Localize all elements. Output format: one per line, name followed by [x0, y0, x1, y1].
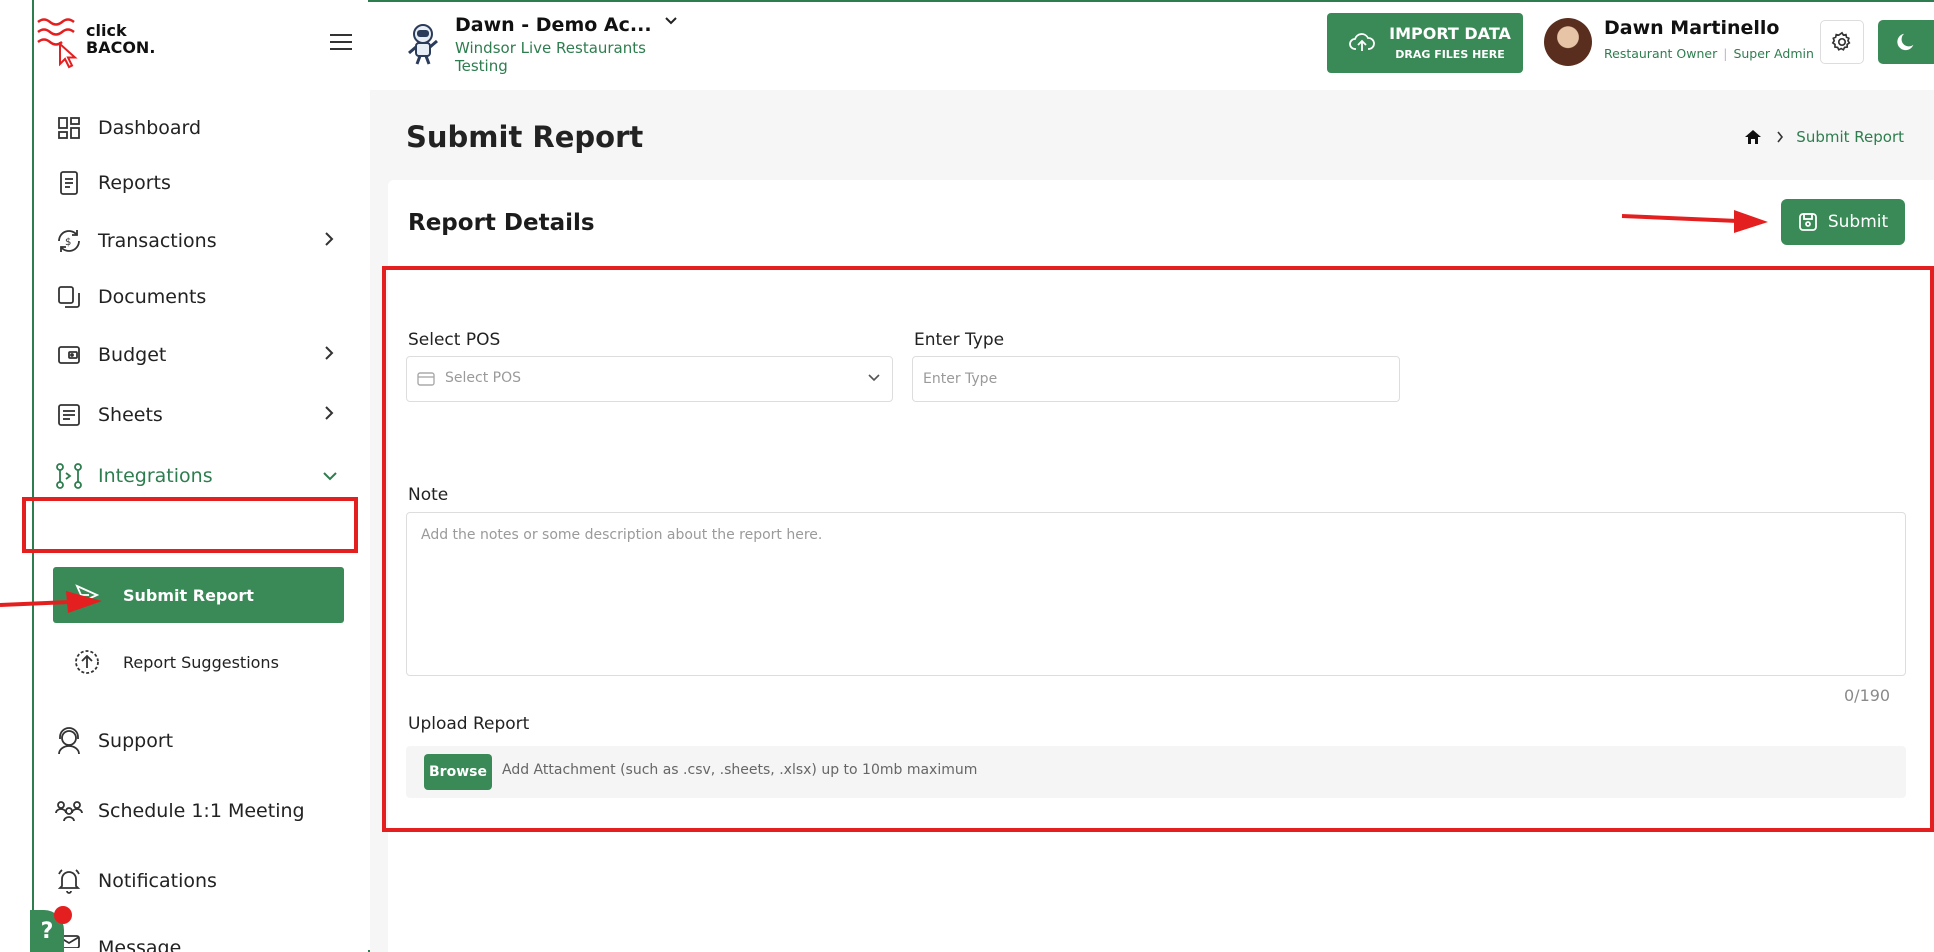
help-button-label: ?	[40, 918, 54, 944]
sidebar-subitem-submit-report[interactable]: Submit Report	[53, 567, 344, 623]
sidebar-item-integrations[interactable]: Integrations	[46, 451, 366, 501]
upload-hint: Add Attachment (such as .csv, .sheets, .…	[502, 762, 978, 778]
upload-dropzone[interactable]: Browse Add Attachment (such as .csv, .sh…	[406, 746, 1906, 798]
astronaut-avatar-icon	[408, 24, 438, 65]
sidebar-item-label: Schedule 1:1 Meeting	[98, 800, 305, 822]
sidebar: click BACON. Dashboard Reports $ Transac…	[34, 0, 402, 952]
sidebar-item-dashboard[interactable]: Dashboard	[46, 103, 366, 153]
sidebar-item-label: Dashboard	[98, 117, 202, 139]
sidebar-item-schedule-meeting[interactable]: Schedule 1:1 Meeting	[46, 786, 366, 836]
sidebar-item-label: Sheets	[98, 404, 163, 426]
browse-button[interactable]: Browse	[424, 754, 492, 790]
sidebar-item-message[interactable]: Message	[46, 922, 366, 952]
upload-report-label: Upload Report	[408, 714, 530, 734]
sidebar-subitem-report-suggestions[interactable]: Report Suggestions	[53, 634, 344, 690]
sidebar-item-reports[interactable]: Reports	[46, 158, 366, 208]
account-name[interactable]: Dawn - Demo Ac...	[455, 14, 652, 36]
enter-type-input[interactable]	[912, 356, 1400, 402]
sidebar-item-label: Support	[98, 730, 174, 752]
bell-icon	[54, 866, 84, 896]
chevron-down-icon	[323, 472, 337, 481]
account-restaurant-name: Windsor Live Restaurants Testing	[455, 39, 646, 75]
report-details-card: Report Details Submit Select POS Select …	[388, 180, 1934, 952]
svg-text:$: $	[65, 237, 71, 248]
cloud-upload-icon	[1349, 33, 1375, 51]
home-icon[interactable]	[1744, 129, 1762, 145]
support-icon	[54, 726, 84, 756]
budget-icon	[54, 340, 84, 370]
transactions-icon: $	[54, 226, 84, 256]
send-icon	[73, 581, 101, 609]
save-icon	[1798, 213, 1817, 231]
moon-icon	[1897, 33, 1914, 51]
brand-wordmark: click BACON.	[86, 22, 155, 56]
sidebar-item-notifications[interactable]: Notifications	[46, 856, 366, 906]
page-title: Submit Report	[406, 120, 644, 154]
sidebar-item-label: Reports	[98, 172, 171, 194]
submit-button[interactable]: Submit	[1781, 199, 1905, 245]
sidebar-item-label: Budget	[98, 344, 167, 366]
chevron-down-icon	[868, 374, 880, 382]
sidebar-item-label: Transactions	[98, 230, 217, 252]
import-data-title: IMPORT DATA	[1389, 24, 1511, 43]
sidebar-item-documents[interactable]: Documents	[46, 272, 366, 322]
submit-button-label: Submit	[1827, 212, 1889, 232]
settings-button[interactable]	[1820, 20, 1864, 64]
sidebar-item-label: Integrations	[98, 465, 213, 487]
sidebar-subitem-label: Report Suggestions	[123, 652, 279, 672]
upload-circle-icon	[73, 648, 101, 676]
chevron-right-icon	[325, 406, 334, 420]
sidebar-item-budget[interactable]: Budget	[46, 330, 366, 380]
user-role-separator: |	[1723, 46, 1728, 61]
account-switch-chevron-down-icon[interactable]	[664, 16, 678, 26]
dashboard-icon	[54, 113, 84, 143]
theme-toggle-button[interactable]	[1878, 20, 1934, 64]
import-data-subtitle: DRAG FILES HERE	[1395, 48, 1505, 61]
import-data-button[interactable]: IMPORT DATA DRAG FILES HERE	[1327, 13, 1523, 73]
select-pos-dropdown[interactable]: Select POS	[406, 356, 893, 402]
user-role-secondary: Super Admin	[1733, 46, 1814, 61]
gear-icon	[1831, 31, 1851, 51]
credit-card-icon	[417, 372, 435, 386]
breadcrumb-chevron-right-icon	[1777, 131, 1784, 143]
user-role-primary: Restaurant Owner	[1604, 46, 1718, 61]
note-label: Note	[408, 485, 449, 505]
breadcrumb: Submit Report	[1744, 128, 1904, 146]
sidebar-item-label: Documents	[98, 286, 207, 308]
chevron-right-icon	[325, 232, 334, 246]
integrations-icon	[54, 461, 84, 491]
top-header: Dawn - Demo Ac... Windsor Live Restauran…	[370, 2, 1934, 90]
note-char-counter: 0/190	[1844, 686, 1891, 705]
sidebar-subitem-label: Submit Report	[123, 585, 254, 605]
chevron-right-icon	[325, 346, 334, 360]
card-title: Report Details	[408, 210, 595, 236]
user-avatar[interactable]	[1544, 18, 1592, 66]
sidebar-item-label: Notifications	[98, 870, 217, 892]
brand-line-2: BACON.	[86, 38, 156, 57]
reports-icon	[54, 168, 84, 198]
sidebar-item-transactions[interactable]: $ Transactions	[46, 216, 366, 266]
brand-area: click BACON.	[34, 0, 368, 88]
select-pos-label: Select POS	[408, 330, 501, 350]
sidebar-item-support[interactable]: Support	[46, 716, 366, 766]
help-notification-dot	[54, 906, 72, 924]
hamburger-menu-icon[interactable]	[330, 34, 352, 50]
meeting-icon	[54, 796, 84, 826]
breadcrumb-current: Submit Report	[1796, 128, 1904, 146]
select-pos-placeholder: Select POS	[445, 370, 521, 386]
brand-line-1: click	[86, 21, 127, 40]
note-textarea[interactable]	[406, 512, 1906, 676]
sheets-icon	[54, 400, 84, 430]
enter-type-label: Enter Type	[914, 330, 1005, 350]
sidebar-item-sheets[interactable]: Sheets	[46, 390, 366, 440]
user-name[interactable]: Dawn Martinello	[1604, 17, 1779, 39]
main-content: Submit Report Submit Report Report Detai…	[370, 90, 1934, 952]
sidebar-item-label: Message	[98, 937, 182, 952]
documents-icon	[54, 282, 84, 312]
user-role: Restaurant Owner | Super Admin	[1604, 46, 1814, 61]
